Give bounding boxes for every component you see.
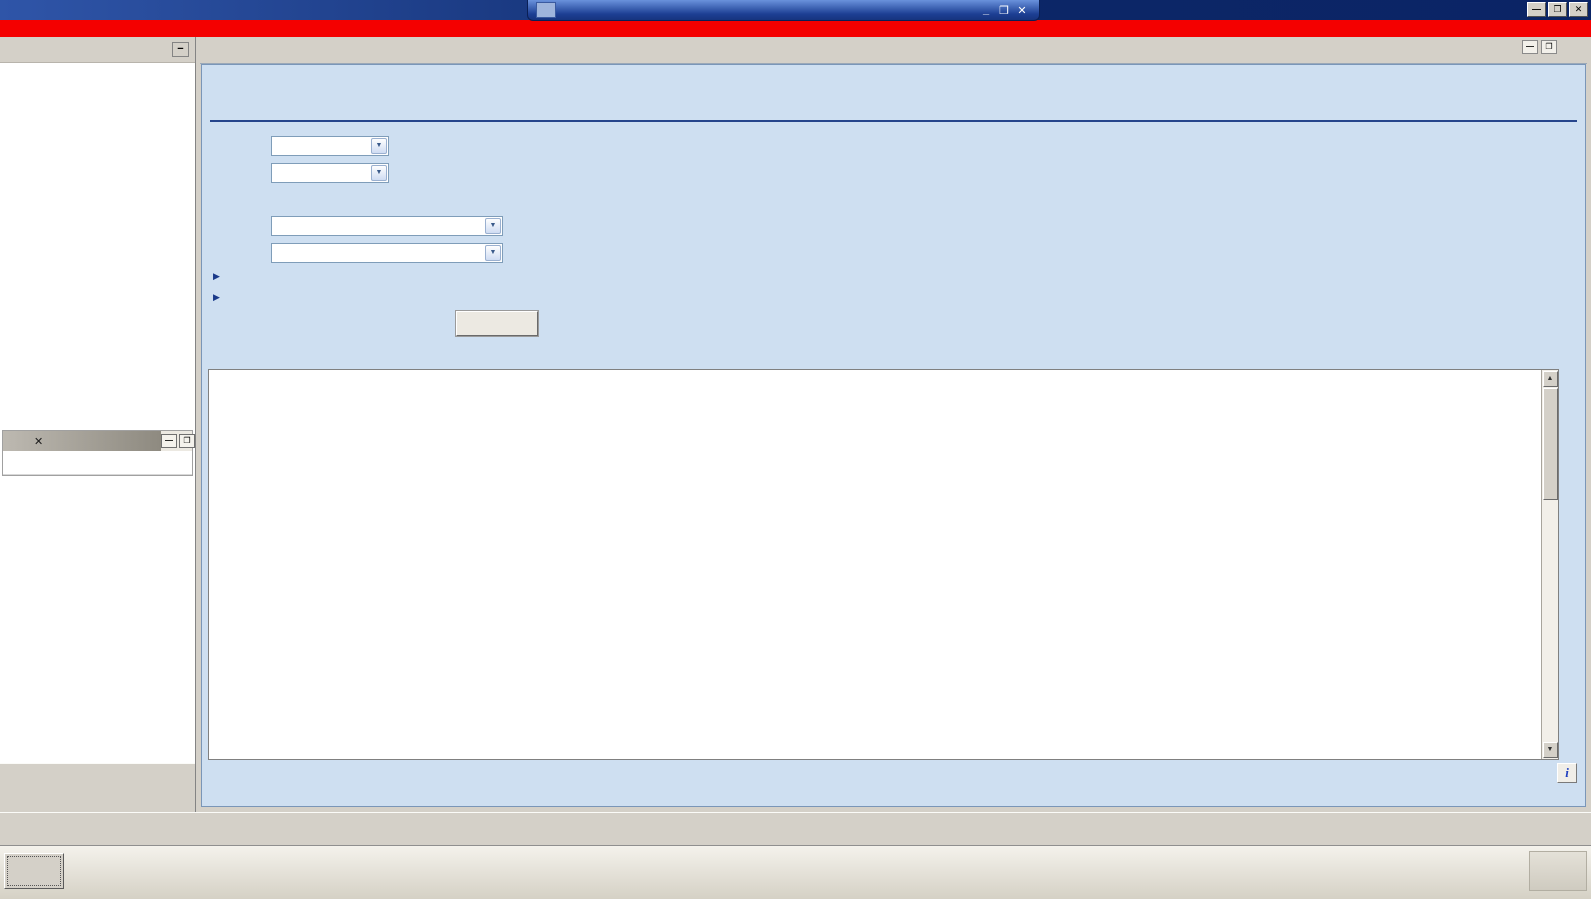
dropdown-icon[interactable]: ▼ (485, 245, 501, 261)
menu-bar (0, 20, 1591, 37)
booking-contents-minimize-button[interactable]: — (161, 434, 177, 448)
dropoff-location-field[interactable]: ▼ (271, 243, 503, 263)
rdp-connection-bar: _ ❐ ✕ (527, 0, 1040, 21)
booking-contents-maximize-button[interactable]: ❐ (179, 434, 195, 448)
scroll-up-icon[interactable]: ▲ (1542, 371, 1558, 387)
dropdown-icon[interactable]: ▼ (485, 218, 501, 234)
rdp-pin-button[interactable] (536, 2, 556, 18)
dropoff-at-row: ▼ (213, 163, 389, 183)
dropoff-at-field[interactable]: ▼ (271, 163, 389, 183)
pin-icon (541, 4, 552, 17)
window-controls: — ❐ ✕ (1527, 2, 1588, 17)
pickup-location-row: ▼ (213, 216, 503, 236)
pickup-at-field[interactable]: ▼ (271, 136, 389, 156)
system-tray (1529, 850, 1587, 891)
minimize-button[interactable]: — (1527, 2, 1546, 17)
content-area: — ❐ ▼ ▼ ▼ ▼ ▶ ▶ ▲ ▼ i (196, 37, 1591, 812)
booking-contents-close-icon[interactable]: ✕ (34, 435, 43, 448)
dropdown-icon[interactable]: ▼ (371, 165, 387, 181)
start-button[interactable] (4, 852, 64, 889)
document-tabstrip (200, 40, 1587, 64)
restore-button[interactable]: ❐ (1548, 2, 1567, 17)
session-info (196, 820, 1591, 832)
palm-icon (7, 434, 22, 448)
scroll-down-icon[interactable]: ▼ (1542, 742, 1558, 758)
vertical-scrollbar[interactable]: ▲ ▼ (1541, 370, 1558, 759)
expander-arrow-icon: ▶ (213, 292, 220, 302)
desktop: — ❐ ✕ _ ❐ ✕ − ✕ — ❐ — ❐ ▼ ▼ ▼ ▼ ▶ ▶ ▲ ▼ … (0, 0, 1591, 899)
search-button[interactable] (455, 310, 539, 337)
status-bar (0, 812, 1591, 845)
monitor-icon (1557, 862, 1577, 879)
sidebar-header: − (0, 37, 195, 63)
dropoff-location-row: ▼ (213, 243, 503, 263)
booking-contents-toolbar (3, 451, 192, 475)
booking-contents-title: ✕ (3, 431, 161, 451)
booking-contents-panel: ✕ — ❐ (2, 430, 195, 476)
rdp-minimize-button[interactable]: _ (977, 4, 995, 16)
close-button[interactable]: ✕ (1569, 2, 1588, 17)
tabstrip-window-buttons: — ❐ (1522, 40, 1557, 54)
booking-contents-titlebar: ✕ — ❐ (3, 431, 195, 451)
dropdown-icon[interactable]: ▼ (371, 138, 387, 154)
taskbar (0, 845, 1591, 899)
pickup-location-field[interactable]: ▼ (271, 216, 503, 236)
booking-totals (0, 763, 195, 812)
car-hire-panel: ▼ ▼ ▼ ▼ ▶ ▶ ▲ ▼ i (201, 64, 1586, 807)
sidebar-collapse-button[interactable]: − (172, 42, 189, 57)
scroll-thumb[interactable] (1542, 388, 1558, 500)
info-button[interactable]: i (1557, 763, 1577, 783)
results-table: ▲ ▼ (208, 369, 1559, 760)
windows-icon (25, 863, 40, 878)
booking-contents-window-buttons: — ❐ (161, 434, 197, 448)
navigation-tree (0, 63, 195, 68)
panel-minimize-button[interactable]: — (1522, 40, 1538, 54)
search-icon (486, 316, 502, 331)
sidebar: − ✕ — ❐ (0, 37, 196, 812)
panel-restore-button[interactable]: ❐ (1541, 40, 1557, 54)
rdp-close-button[interactable]: ✕ (1013, 4, 1031, 17)
pickup-at-row: ▼ (213, 136, 389, 156)
rdp-restore-button[interactable]: ❐ (995, 4, 1013, 17)
lock-icon (561, 4, 572, 17)
app-icon (4, 3, 19, 18)
car-icon (212, 73, 258, 102)
expander-arrow-icon: ▶ (213, 271, 220, 281)
header-divider (210, 120, 1577, 122)
membership-number-expander[interactable]: ▶ (213, 292, 227, 303)
promotion-code-expander[interactable]: ▶ (213, 271, 227, 282)
table-header (209, 370, 1558, 387)
